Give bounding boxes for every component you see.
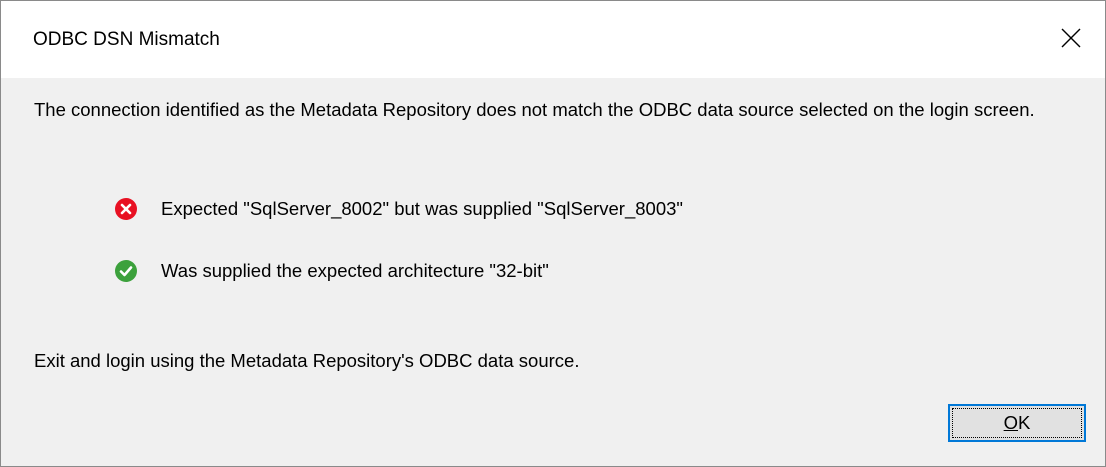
check-item-dsn: Expected "SqlServer_8002" but was suppli…: [115, 196, 683, 222]
title-bar: ODBC DSN Mismatch: [1, 1, 1105, 78]
check-label-dsn: Expected "SqlServer_8002" but was suppli…: [161, 198, 683, 219]
check-label-architecture: Was supplied the expected architecture "…: [161, 260, 549, 281]
check-item-architecture: Was supplied the expected architecture "…: [115, 258, 549, 284]
close-button[interactable]: [1045, 1, 1105, 78]
odbc-dsn-mismatch-dialog: ODBC DSN Mismatch The connection identif…: [0, 0, 1106, 467]
error-icon: [115, 198, 137, 220]
ok-button[interactable]: OK: [948, 404, 1086, 442]
dialog-content: The connection identified as the Metadat…: [1, 78, 1105, 466]
ok-label-rest: K: [1018, 412, 1031, 433]
ok-button-label: OK: [1004, 412, 1031, 434]
ok-mnemonic: O: [1003, 412, 1019, 433]
close-icon: [1061, 28, 1081, 48]
success-check-icon: [115, 260, 137, 282]
dialog-title: ODBC DSN Mismatch: [33, 29, 220, 50]
mismatch-message: The connection identified as the Metadat…: [34, 99, 1035, 120]
instruction-text: Exit and login using the Metadata Reposi…: [34, 350, 580, 371]
